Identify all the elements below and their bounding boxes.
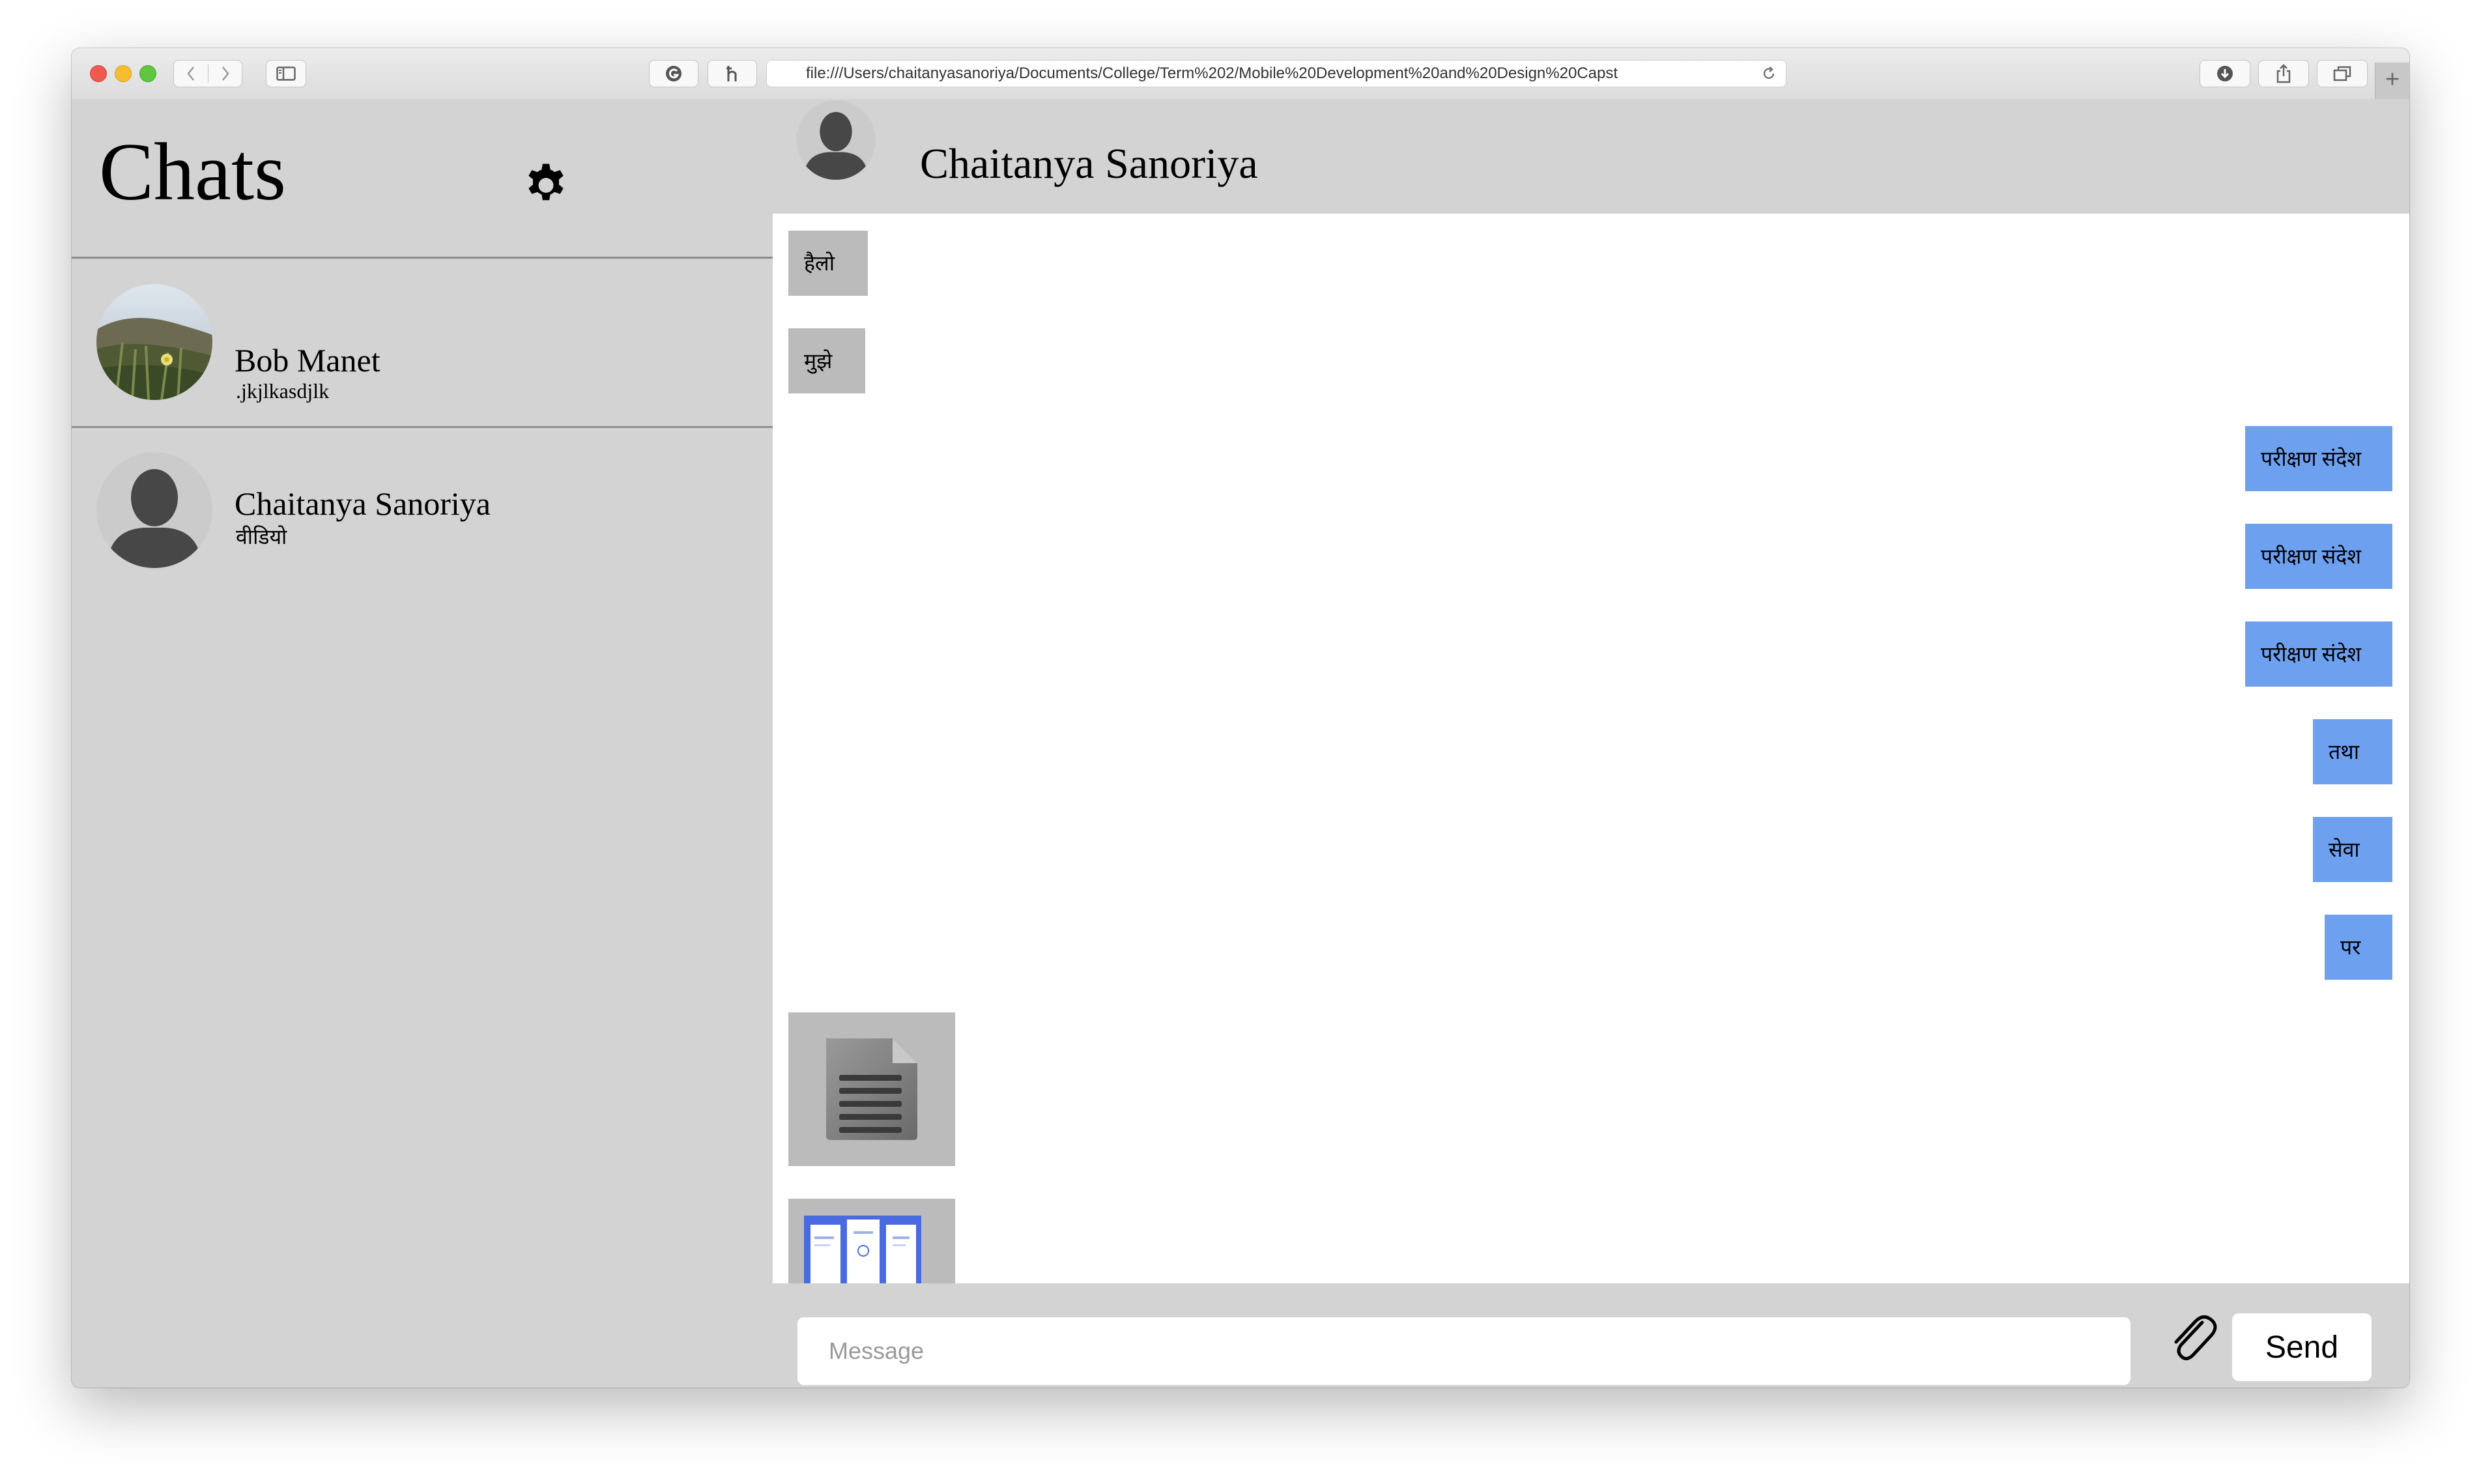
image-attachment[interactable] [788, 1199, 955, 1283]
extension-h-icon [726, 66, 737, 81]
contact-name: Chaitanya Sanoriya [235, 485, 491, 522]
document-icon [826, 1038, 917, 1140]
default-user-icon [803, 111, 869, 180]
close-window-button[interactable] [90, 65, 107, 82]
forward-button[interactable] [208, 61, 242, 87]
extension-button[interactable] [708, 60, 757, 87]
zoom-window-button[interactable] [139, 65, 156, 82]
avatar [96, 452, 212, 568]
sidebar-toggle-button[interactable] [266, 60, 306, 87]
reload-icon[interactable] [1761, 66, 1777, 81]
outgoing-message: पर [2325, 915, 2392, 980]
avatar [96, 284, 212, 400]
message-composer: Send [773, 1283, 2409, 1388]
grammarly-extension-button[interactable] [649, 60, 698, 87]
outgoing-message: तथा [2313, 719, 2392, 784]
new-tab-button[interactable]: + [2375, 63, 2409, 99]
send-button[interactable]: Send [2232, 1313, 2372, 1381]
browser-toolbar: file:///Users/chaitanyasanoriya/Document… [72, 48, 2409, 100]
document-attachment[interactable] [788, 1012, 955, 1166]
outgoing-message: परीक्षण संदेश [2245, 426, 2392, 491]
contact-preview: वीडियो [236, 525, 287, 549]
contact-item-chaitanya-sanoriya[interactable]: Chaitanya Sanoriya वीडियो [72, 427, 773, 595]
address-bar[interactable]: file:///Users/chaitanyasanoriya/Document… [766, 60, 1786, 87]
avatar [796, 100, 876, 180]
chats-title: Chats [99, 127, 287, 218]
downloads-button[interactable] [2200, 60, 2250, 87]
default-user-icon [107, 469, 202, 568]
message-list: हैलो मुझे परीक्षण संदेश परीक्षण संदेश पर… [773, 214, 2409, 1283]
contact-preview: .jkjlkasdjlk [236, 379, 330, 403]
tabs-icon [2333, 66, 2351, 81]
navigation-buttons [173, 60, 242, 87]
chevron-right-icon [222, 66, 229, 81]
contact-name: Bob Manet [235, 342, 380, 378]
chevron-left-icon [187, 66, 194, 81]
browser-window: file:///Users/chaitanyasanoriya/Document… [72, 48, 2409, 1388]
incoming-message: मुझे [788, 328, 865, 393]
sidebar-icon [276, 66, 296, 81]
incoming-message: हैलो [788, 231, 868, 296]
minimize-window-button[interactable] [115, 65, 132, 82]
paperclip-attach-icon[interactable] [2162, 1308, 2224, 1371]
back-button[interactable] [174, 61, 208, 87]
outgoing-message: परीक्षण संदेश [2245, 621, 2392, 687]
contact-item-bob-manet[interactable]: Bob Manet .jkjlkasdjlk [72, 258, 773, 426]
chats-sidebar: Chats Bob Manet .jkjlkasdjlk Chaitanya S… [72, 99, 773, 1388]
share-button[interactable] [2258, 60, 2309, 87]
outgoing-message: परीक्षण संदेश [2245, 524, 2392, 589]
url-text: file:///Users/chaitanyasanoriya/Document… [806, 64, 1618, 82]
download-icon [2217, 66, 2233, 81]
settings-gear-icon[interactable] [523, 159, 569, 206]
landscape-photo-avatar [96, 284, 212, 400]
app-screens-thumbnail [804, 1216, 921, 1283]
message-input[interactable] [797, 1317, 2130, 1385]
chat-contact-name: Chaitanya Sanoriya [920, 140, 1258, 188]
chat-header: Chaitanya Sanoriya [773, 99, 2409, 214]
share-icon [2276, 64, 2291, 83]
grammarly-icon [666, 66, 681, 81]
outgoing-message: सेवा [2313, 817, 2392, 882]
tab-overview-button[interactable] [2317, 60, 2368, 87]
